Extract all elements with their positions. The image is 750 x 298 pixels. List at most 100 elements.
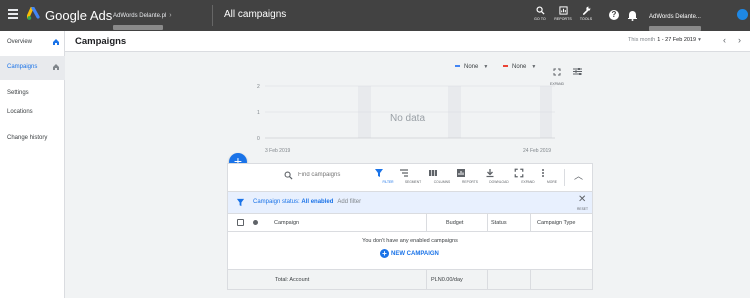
metric-selector-2[interactable]: None ▼ (503, 64, 536, 70)
select-all-checkbox[interactable] (237, 219, 244, 226)
chevron-up-icon[interactable]: ︿ (574, 169, 583, 182)
sidebar: Overview Campaigns Settings Locations Ch… (0, 31, 65, 298)
download-label: DOWNLOAD (489, 180, 509, 184)
sidebar-item-label: Settings (7, 90, 29, 96)
more-button[interactable]: MORE (538, 168, 566, 184)
close-icon[interactable]: ✕ (578, 194, 586, 205)
column-divider (487, 214, 488, 231)
chevron-left-icon[interactable]: ‹ (723, 35, 726, 45)
segment-button[interactable]: SEGMENT (399, 168, 427, 184)
divider (564, 169, 565, 186)
page-header: Campaigns This month 1 - 27 Feb 2019 ▾ ‹ › (65, 31, 750, 52)
view-title: All campaigns (224, 9, 287, 20)
columns-label: COLUMNS (433, 180, 451, 184)
bell-icon[interactable] (627, 9, 638, 21)
user-account[interactable]: AdWords Delante... (649, 5, 701, 31)
download-icon (486, 169, 494, 178)
date-range-picker[interactable]: This month 1 - 27 Feb 2019 ▾ (628, 37, 701, 43)
metric-selector-label: None (512, 64, 527, 70)
total-row: Total: Account PLN0.00/day (228, 269, 592, 289)
chevron-right-icon: › (169, 12, 172, 19)
status-dot-icon (253, 220, 258, 225)
filter-label: FILTER (382, 180, 394, 184)
sidebar-item-overview[interactable]: Overview (0, 31, 65, 55)
x-axis-start-label: 3 Feb 2019 (265, 148, 291, 154)
expand-icon (514, 168, 524, 178)
filter-bar: Campaign status: All enabled Add filter ✕… (228, 191, 592, 213)
new-campaign-button[interactable]: + NEW CAMPAIGN (380, 249, 439, 258)
sliders-icon (572, 68, 582, 75)
column-divider (487, 270, 488, 289)
column-header-campaign[interactable]: Campaign (274, 220, 299, 226)
download-button[interactable]: DOWNLOAD (485, 168, 513, 184)
reports-label: REPORTS (554, 17, 572, 21)
reports-icon (457, 169, 465, 177)
reports-button[interactable]: REPORTS (551, 6, 575, 21)
avatar[interactable] (737, 9, 748, 20)
series-color-swatch (455, 65, 460, 68)
page-title: Campaigns (75, 36, 127, 47)
date-prefix: This month (628, 37, 656, 43)
chart-settings-button[interactable] (571, 63, 583, 81)
caret-down-icon: ▼ (531, 64, 537, 70)
divider (212, 5, 213, 26)
tools-label: TOOLS (579, 17, 593, 21)
sidebar-item-change-history[interactable]: Change history (0, 127, 65, 151)
wrench-icon (582, 6, 590, 15)
y-tick-label: 1 (257, 110, 260, 116)
total-label: Total: Account (275, 277, 310, 283)
search-input[interactable] (298, 172, 378, 178)
filter-icon (236, 198, 245, 207)
user-name: AdWords Delante... (649, 14, 701, 20)
sidebar-item-label: Overview (7, 39, 33, 45)
filter-prefix: Campaign status: (253, 199, 300, 205)
column-divider (426, 214, 427, 231)
chevron-right-icon[interactable]: › (738, 35, 741, 45)
filter-button[interactable]: FILTER (374, 168, 402, 184)
help-icon[interactable]: ? (609, 10, 619, 20)
add-filter-link[interactable]: Add filter (337, 199, 361, 205)
metric-selector-1[interactable]: None ▼ (455, 64, 488, 70)
date-range-value: 1 - 27 Feb 2019 (657, 37, 697, 43)
table-header: Campaign Budget Status Campaign Type (228, 213, 592, 232)
empty-state-message: You don't have any enabled campaigns (362, 238, 458, 244)
hamburger-menu-icon[interactable] (8, 9, 18, 19)
reset-label[interactable]: RESET (577, 207, 588, 211)
y-tick-label: 0 (257, 136, 260, 142)
caret-down-icon: ▾ (698, 37, 701, 43)
search-icon (284, 171, 293, 180)
campaigns-table-card: FILTER SEGMENT COLUMNS REPORTS DOWNLOAD … (227, 163, 593, 290)
account-id-redacted (113, 25, 163, 30)
filter-chip[interactable]: Campaign status: All enabled Add filter (253, 199, 361, 205)
column-header-campaign-type[interactable]: Campaign Type (537, 220, 575, 226)
account-switcher[interactable]: AdWords Delante.pl › (113, 4, 172, 30)
new-campaign-label: NEW CAMPAIGN (391, 251, 439, 258)
y-tick-label: 2 (257, 84, 260, 90)
metric-selector-label: None (464, 64, 479, 70)
goto-button[interactable]: GO TO (528, 6, 552, 21)
filter-icon (375, 169, 383, 177)
home-icon (53, 39, 59, 45)
series-color-swatch (503, 65, 508, 68)
google-ads-logo-icon (27, 7, 40, 20)
x-axis-end-label: 24 Feb 2019 (523, 148, 552, 154)
more-vertical-icon (542, 169, 544, 177)
sidebar-item-label: Locations (7, 109, 33, 115)
column-header-status[interactable]: Status (491, 220, 507, 226)
column-divider (530, 270, 531, 289)
sidebar-item-campaigns[interactable]: Campaigns (0, 56, 65, 80)
reports-button[interactable]: REPORTS (456, 168, 484, 184)
columns-button[interactable]: COLUMNS (428, 168, 456, 184)
more-label: MORE (547, 180, 557, 184)
segment-label: SEGMENT (404, 180, 422, 184)
goto-label: GO TO (534, 17, 546, 21)
search-icon (535, 6, 545, 15)
plus-icon: + (380, 249, 389, 258)
columns-icon (429, 170, 437, 176)
caret-down-icon: ▼ (483, 64, 489, 70)
filter-value: All enabled (301, 199, 334, 205)
column-header-budget[interactable]: Budget (446, 220, 463, 226)
tools-button[interactable]: TOOLS (574, 6, 598, 21)
sidebar-item-locations[interactable]: Locations (0, 101, 65, 125)
sidebar-item-label: Campaigns (7, 64, 38, 70)
